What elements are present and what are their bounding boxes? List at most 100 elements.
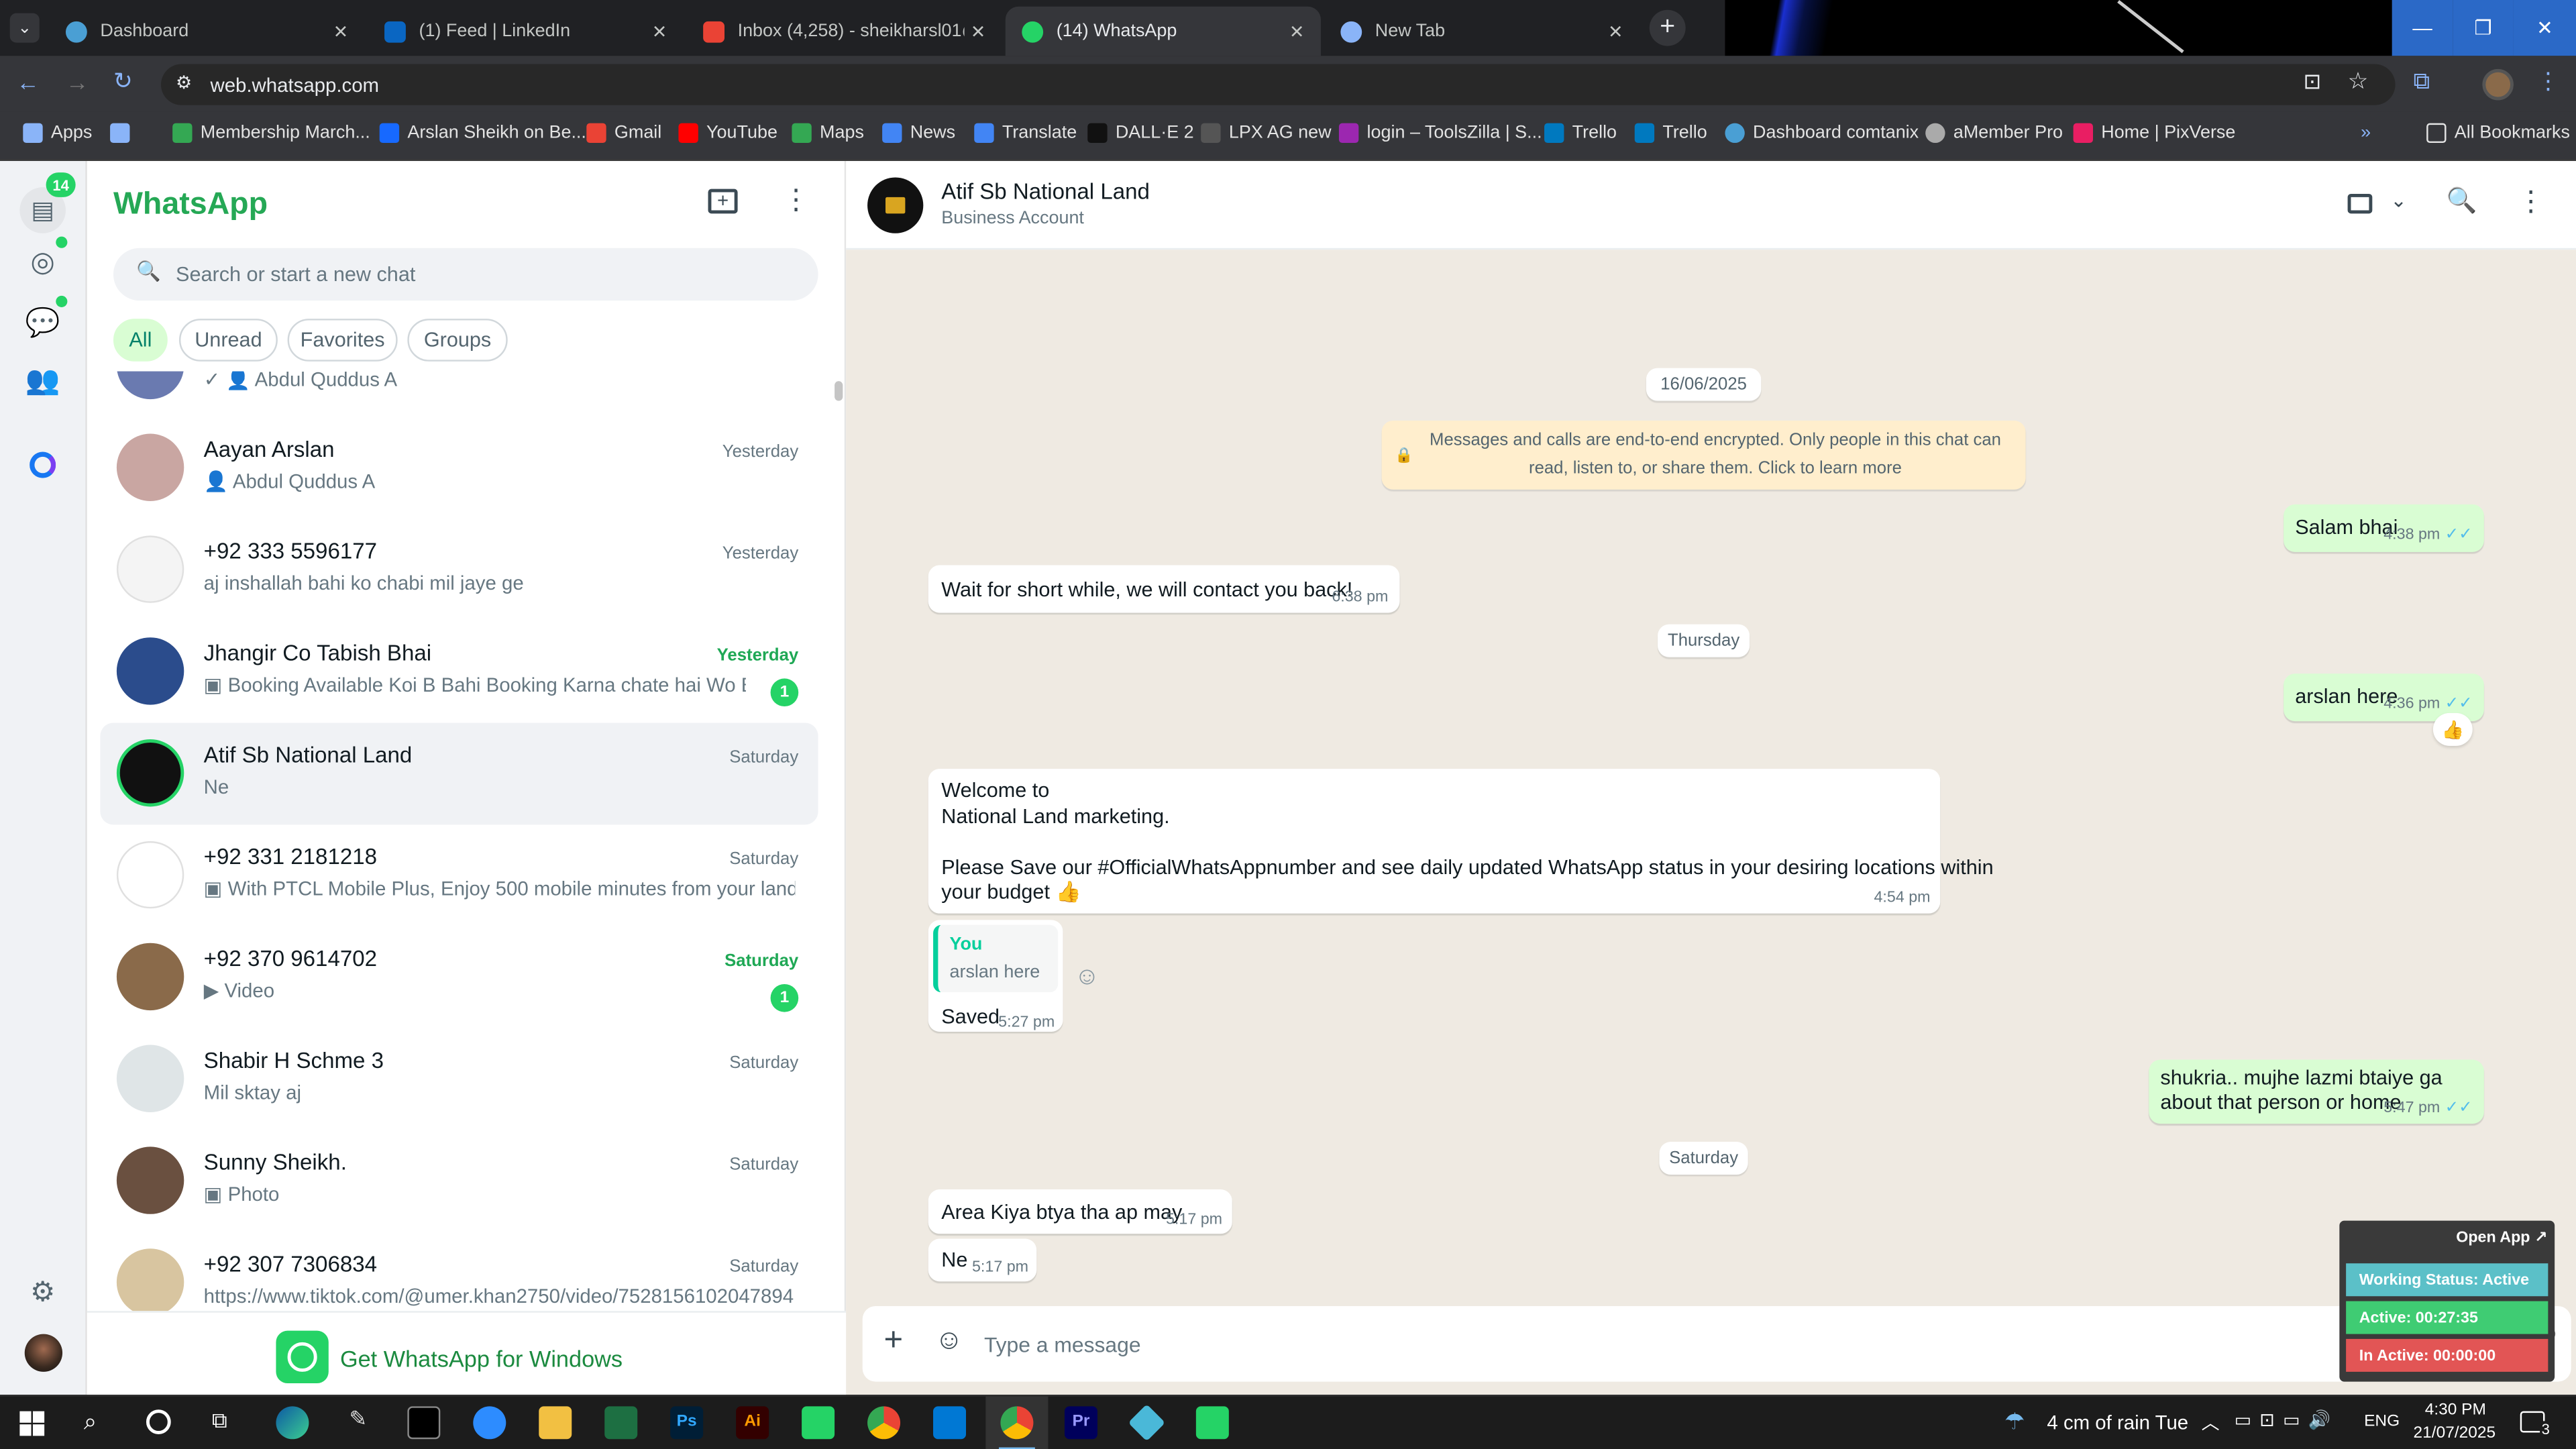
tab-gmail[interactable]: Inbox (4,258) - sheikharsl01@gm✕ [687, 7, 1002, 56]
reaction-badge[interactable]: 👍 [2432, 712, 2473, 746]
back-icon[interactable]: ← [16, 69, 39, 95]
extensions-icon[interactable]: ⧉ [2414, 67, 2430, 95]
chat-row[interactable]: Sunny Sheikh. Saturday ▣ Photo [100, 1130, 818, 1232]
bookmark-gmail[interactable]: Gmail [586, 123, 661, 144]
filter-favorites[interactable]: Favorites [287, 319, 398, 362]
emoji-react-icon[interactable]: ☺ [1075, 963, 1100, 991]
message-incoming[interactable]: Ne 5:17 pm [928, 1238, 1037, 1282]
communities-icon[interactable]: 👥 [25, 363, 61, 399]
bookmark-pixverse[interactable]: Home | PixVerse [2073, 123, 2235, 144]
bookmark-toolszilla[interactable]: login – ToolsZilla | S... [1338, 123, 1542, 144]
clock-date[interactable]: 21/07/2025 [2414, 1424, 2496, 1442]
encryption-notice[interactable]: 🔒 Messages and calls are end-to-end encry… [1381, 420, 2026, 490]
message-incoming[interactable]: Welcome to National Land marketing. Plea… [928, 769, 1994, 914]
user-avatar[interactable] [24, 1334, 63, 1372]
conversation-header[interactable]: Atif Sb National Land Business Account ⌄… [846, 161, 2576, 250]
install-app-icon[interactable]: ⊡ [2303, 69, 2321, 95]
settings-icon[interactable]: ⚙ [25, 1275, 61, 1311]
premiere-icon[interactable]: Pr [1064, 1406, 1097, 1440]
bookmark-dashboard-comtanix[interactable]: Dashboard comtanix [1725, 123, 1919, 144]
tab-new-tab[interactable]: New Tab ✕ [1324, 7, 1640, 56]
attach-plus-icon[interactable]: + [884, 1322, 904, 1360]
chat-scroll-area[interactable]: ✓ 👤 Abdul Quddus A Aayan Arslan Yesterday… [87, 371, 846, 1311]
address-bar[interactable]: ⚙ web.whatsapp.com [161, 64, 2396, 105]
bookmark-lpx[interactable]: LPX AG new [1201, 123, 1332, 144]
chat-row[interactable]: Jhangir Co Tabish Bhai Yesterday ▣ Booking… [100, 621, 818, 723]
task-view-icon[interactable]: ⧉ [212, 1408, 227, 1434]
tray-icons[interactable]: ▭⊡▭🔊 [2235, 1409, 2339, 1431]
filter-all[interactable]: All [113, 319, 168, 362]
chat-row[interactable]: Shabir H Schme 3 Saturday Mil sktay aj [100, 1028, 818, 1130]
bookmark-dalle[interactable]: DALL·E 2 [1087, 123, 1194, 144]
bookmark-star-icon[interactable]: ☆ [2348, 67, 2369, 95]
cortana-icon[interactable] [146, 1409, 171, 1434]
profile-avatar[interactable] [2482, 68, 2514, 101]
get-app-banner[interactable]: Get WhatsApp for Windows [87, 1311, 847, 1395]
illustrator-icon[interactable]: Ai [736, 1406, 769, 1440]
reload-icon[interactable]: ↻ [113, 67, 133, 95]
pen-tool-icon[interactable]: ✎ [341, 1406, 374, 1439]
file-explorer-icon[interactable] [539, 1406, 572, 1440]
tab-dashboard[interactable]: Dashboard ✕ [49, 7, 364, 56]
all-bookmarks[interactable]: All Bookmarks [2426, 123, 2570, 144]
channels-icon[interactable]: 💬 [25, 306, 61, 342]
bookmark-amember[interactable]: aMember Pro [1925, 123, 2063, 144]
bookmark-news[interactable]: News [882, 123, 955, 144]
close-tab-icon[interactable]: ✕ [1289, 21, 1305, 42]
chevron-down-icon[interactable]: ⌄ [2390, 189, 2407, 212]
chat-row[interactable]: +92 333 5596177 Yesterday aj inshallah bah… [100, 519, 818, 621]
bookmark-behance[interactable]: Arslan Sheikh on Be... [379, 123, 586, 144]
browser-menu-icon[interactable]: ⋮ [2536, 67, 2559, 95]
partial-chat-row[interactable]: ✓ 👤 Abdul Quddus A [100, 371, 818, 417]
quoted-message[interactable]: You arslan here [933, 924, 1059, 993]
app-icon[interactable] [1128, 1404, 1166, 1442]
meta-ai-icon[interactable] [30, 451, 56, 478]
message-incoming[interactable]: Area Kiya btya tha ap may 5:17 pm [928, 1189, 1232, 1234]
search-box[interactable]: 🔍 Search or start a new chat [113, 248, 818, 301]
filter-unread[interactable]: Unread [178, 319, 278, 362]
minimize-button[interactable]: — [2392, 0, 2453, 56]
close-tab-icon[interactable]: ✕ [333, 21, 349, 42]
phone-app-icon[interactable] [802, 1406, 835, 1440]
chrome-active-icon[interactable] [985, 1396, 1049, 1449]
close-tab-icon[interactable]: ✕ [1608, 21, 1623, 42]
close-tab-icon[interactable]: ✕ [971, 21, 986, 42]
chat-row[interactable]: Aayan Arslan Yesterday 👤 Abdul Quddus A [100, 417, 818, 519]
excel-icon[interactable] [604, 1406, 638, 1440]
chat-row[interactable]: Atif Sb National Land Saturday Ne [100, 722, 818, 825]
search-icon[interactable]: ⌕ [84, 1408, 97, 1436]
tray-chevron-icon[interactable]: ︿ [2202, 1409, 2220, 1436]
messages-area[interactable]: 16/06/2025 🔒 Messages and calls are end-t… [846, 250, 2576, 1301]
close-tab-icon[interactable]: ✕ [652, 21, 667, 42]
contact-avatar[interactable] [867, 177, 924, 233]
bookmark-trello-1[interactable]: Trello [1544, 123, 1617, 144]
restore-button[interactable]: ❐ [2453, 0, 2514, 56]
search-icon[interactable]: 🔍 [2447, 186, 2477, 215]
message-input[interactable]: Type a message [977, 1320, 2324, 1368]
bookmark-trello-2[interactable]: Trello [1634, 123, 1707, 144]
chat-row[interactable]: +92 307 7306834 Saturday https://www.tikto… [100, 1232, 818, 1311]
bookmark-translate[interactable]: Translate [974, 123, 1077, 144]
message-incoming[interactable]: Wait for short while, we will contact yo… [928, 565, 1400, 613]
sticker-icon[interactable]: ☺ [934, 1324, 963, 1357]
bookmark-membership[interactable]: Membership March... [172, 123, 370, 144]
menu-icon[interactable]: ⋮ [2517, 186, 2545, 219]
bookmark-maps[interactable]: Maps [792, 123, 864, 144]
zoom-icon[interactable] [473, 1406, 506, 1440]
open-app-button[interactable]: Open App ↗ [2456, 1229, 2547, 1247]
filter-groups[interactable]: Groups [407, 319, 508, 362]
clock-time[interactable]: 4:30 PM [2425, 1401, 2486, 1419]
site-info-icon[interactable]: ⚙ [176, 72, 192, 93]
more-bookmarks-icon[interactable]: » [2361, 123, 2371, 143]
video-call-icon[interactable] [2347, 193, 2373, 214]
chrome-icon[interactable] [867, 1406, 901, 1440]
edge-icon[interactable] [276, 1406, 309, 1440]
bookmark-grid-icon[interactable] [110, 123, 138, 144]
bookmark-youtube[interactable]: YouTube [678, 123, 777, 144]
tab-search-button[interactable]: ⌄ [9, 13, 40, 43]
chat-row[interactable]: +92 370 9614702 Saturday ▶ Video 1 [100, 926, 818, 1028]
tab-linkedin[interactable]: (1) Feed | LinkedIn ✕ [368, 7, 684, 56]
status-icon[interactable]: ◎ [25, 245, 61, 281]
weather-text[interactable]: 4 cm of rain Tue [2047, 1411, 2188, 1434]
chat-row[interactable]: +92 331 2181218 Saturday ▣ With PTCL Mobil… [100, 824, 818, 926]
